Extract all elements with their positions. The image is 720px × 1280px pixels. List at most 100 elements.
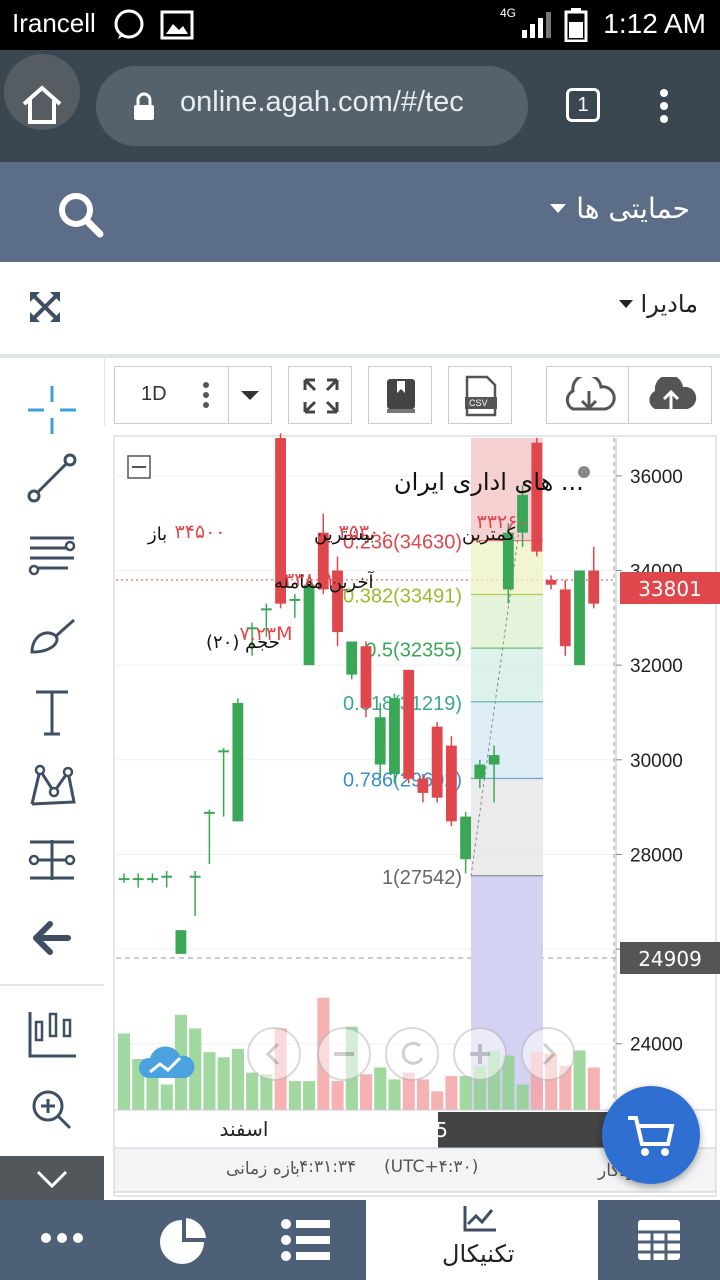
battery-icon [564,8,588,42]
address-bar[interactable]: online.agah.com/#/tec [96,66,528,146]
volume-bar [374,1067,387,1110]
save-layout-button[interactable] [628,366,712,424]
open-value: ۳۴۵۰۰ [174,521,225,543]
volume-bar [303,1081,316,1110]
buy-cart-button[interactable] [602,1086,700,1184]
candle-body [218,750,230,753]
watchlist-dropdown[interactable]: حمایتی ها [550,192,690,225]
y-tick-label: 28000 [630,845,683,866]
home-icon [22,85,62,124]
candle-body [488,755,500,765]
volume-value: ۷.۲۳M [239,623,292,645]
volume-bar [360,1074,373,1110]
text-tool-icon[interactable] [22,682,82,742]
tab-switcher-button[interactable]: 1 [566,88,600,122]
volume-bar [459,1076,472,1110]
company-name: ... های اداری ایران [394,468,584,496]
candle-body [374,717,386,765]
candle-body [360,646,372,708]
candle-body [189,875,201,878]
pie-chart-icon[interactable] [158,1216,208,1266]
candle-body [389,698,400,774]
watchlist-title: حمایتی ها [576,192,690,225]
fib-level-label: 1(27542) [382,867,462,889]
interval-dropdown[interactable] [228,366,272,424]
expand-icon [303,378,339,414]
symbol-dropdown[interactable]: مادیرا [618,290,698,318]
app-header: حمایتی ها [0,162,720,262]
symbol-name: مادیرا [640,290,698,318]
candle-body [588,570,600,604]
time-range-button[interactable]: بازه زمانی [226,1159,300,1179]
chevron-down-icon [618,299,633,308]
low-value: ۳۳۲۶۰ [476,511,527,533]
technical-chart-icon [463,1206,496,1232]
y-tick-label: 32000 [630,656,683,677]
saved-layouts-button[interactable] [368,366,432,424]
more-vertical-icon [203,382,209,408]
candle-body [474,764,486,779]
crosshair-icon[interactable] [22,380,82,440]
volume-bar [217,1057,230,1110]
candle-body [147,878,158,881]
last-trade-value: ۳۳۸۰۱ [284,569,335,591]
settings-dot[interactable] [578,466,590,478]
candle-body [559,589,571,647]
chart-type-icon[interactable] [22,1004,82,1064]
export-csv-button[interactable]: CSV [448,366,512,424]
cart-icon [628,1116,675,1156]
candle-body [118,878,130,881]
open-label: باز [147,524,167,545]
volume-bar [160,1084,173,1110]
list-icon[interactable] [280,1218,332,1262]
candle-body [346,641,358,675]
status-bar: Irancell 4G 1:12 AM [0,0,720,50]
chevron-down-icon [241,391,259,400]
tab-technical[interactable]: تکنیکال [366,1200,598,1280]
scroll-left-button[interactable] [247,1027,301,1081]
candle-body [132,878,144,881]
drawing-tools-panel [0,358,105,1200]
fib-retracement-icon[interactable] [22,526,82,586]
candle-body [175,930,187,954]
chart-clock: ۰۴:۳۱:۳۴ [290,1157,356,1177]
volume-bar [203,1052,216,1110]
scroll-right-button[interactable] [521,1027,575,1081]
volume-bar [246,1072,259,1110]
brush-icon[interactable] [22,606,82,666]
grid-table-icon[interactable] [636,1218,682,1262]
load-layout-button[interactable] [546,366,630,424]
measure-icon[interactable] [22,830,82,890]
trend-line-icon[interactable] [22,448,82,508]
more-horizontal-icon[interactable] [40,1230,84,1246]
cloud-download-icon [565,377,616,411]
interval-selector[interactable]: 1D [114,366,230,424]
search-icon[interactable] [56,190,106,240]
price-chart[interactable]: 0.236(34630)0.382(33491)0.5(32355)0.618(… [104,426,720,1200]
lock-icon [134,92,154,120]
chart-fullscreen-button[interactable] [288,366,352,424]
candle-body [417,778,429,793]
candle-body [574,570,585,666]
home-button[interactable] [4,54,80,130]
url-text: online.agah.com/#/tec [180,86,464,118]
volume-bar [146,1076,159,1110]
candle-body [545,579,557,585]
collapse-tools-button[interactable] [0,1156,104,1200]
volume-bar [288,1081,301,1110]
chart-area[interactable]: 0.236(34630) 0.382(33491) 0.5(32355) 0.618(… [104,426,720,1200]
zoom-in-icon[interactable] [22,1080,82,1140]
reset-button[interactable] [385,1027,439,1081]
crosshair-date-tag: 1399-1-25 دوشنبه [280,1118,448,1142]
volume-bar [331,1081,344,1110]
chevron-down-icon [550,203,567,213]
symbol-row: مادیرا [0,262,720,358]
pattern-icon[interactable] [22,756,82,816]
browser-toolbar: online.agah.com/#/tec 1 [0,50,720,162]
arrow-left-icon[interactable] [22,908,82,968]
candle-body [232,703,244,822]
volume-bar [388,1079,401,1110]
fib-level-label: 0.786(29602) [343,770,462,792]
menu-dots-icon[interactable] [654,88,674,128]
fullscreen-icon[interactable] [26,288,64,326]
